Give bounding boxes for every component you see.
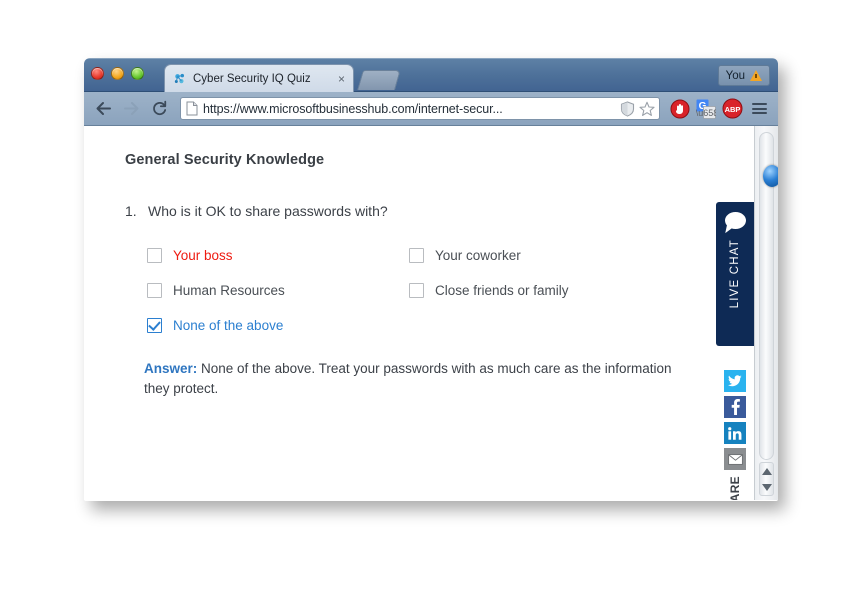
page-viewport: General Security Knowledge 1. Who is it … — [84, 126, 778, 500]
checkbox-none-of-the-above[interactable] — [147, 318, 162, 333]
page-scrollbar[interactable] — [754, 126, 778, 500]
quiz-options: Your boss Your coworker Human Resources … — [147, 248, 724, 333]
adblock-plus-icon[interactable]: ABP — [722, 98, 743, 119]
page-document-icon — [186, 101, 198, 116]
share-label: ARE — [728, 476, 742, 500]
quiz-option-your-boss[interactable]: Your boss — [147, 248, 409, 263]
forward-button[interactable] — [120, 98, 142, 120]
quiz-option-your-coworker[interactable]: Your coworker — [409, 248, 724, 263]
speech-bubble-icon — [724, 212, 746, 229]
quiz-option-label: Your boss — [173, 248, 233, 263]
svg-text:\u6587: \u6587 — [696, 108, 716, 118]
window-controls — [91, 67, 144, 80]
quiz-option-label: None of the above — [173, 318, 284, 333]
hamburger-menu-icon[interactable] — [749, 103, 770, 114]
live-chat-label: LIVE CHAT — [729, 239, 741, 309]
linkedin-icon[interactable] — [724, 422, 746, 444]
question-text: Who is it OK to share passwords with? — [148, 203, 388, 219]
scrollbar-buttons — [759, 462, 774, 496]
checkbox-human-resources[interactable] — [147, 283, 162, 298]
checkbox-your-coworker[interactable] — [409, 248, 424, 263]
reload-button[interactable] — [148, 98, 170, 120]
scrollbar-track[interactable] — [759, 132, 778, 460]
browser-window: Cyber Security IQ Quiz × You https://www… — [84, 58, 778, 501]
warning-triangle-icon — [750, 70, 762, 81]
checkbox-your-boss[interactable] — [147, 248, 162, 263]
browser-tab-active[interactable]: Cyber Security IQ Quiz × — [164, 64, 354, 92]
quiz-option-close-friends-or-family[interactable]: Close friends or family — [409, 283, 724, 298]
zoom-window-button[interactable] — [131, 67, 144, 80]
linkedin-in-icon — [728, 426, 742, 440]
molecule-icon — [174, 73, 185, 83]
browser-tab-strip: Cyber Security IQ Quiz × You — [84, 58, 778, 92]
quiz-option-label: Your coworker — [435, 248, 521, 263]
scrollbar-thumb[interactable] — [763, 165, 778, 187]
block-stop-icon[interactable] — [670, 99, 690, 119]
new-tab-button[interactable] — [357, 70, 401, 90]
quiz-option-human-resources[interactable]: Human Resources — [147, 283, 409, 298]
menu-line — [752, 103, 767, 105]
social-share-rail: ARE — [716, 370, 754, 500]
email-icon[interactable] — [724, 448, 746, 470]
profile-label: You — [725, 69, 745, 82]
twitter-icon[interactable] — [724, 370, 746, 392]
close-tab-icon[interactable]: × — [336, 73, 347, 85]
facebook-icon[interactable] — [724, 396, 746, 418]
live-chat-tab[interactable]: LIVE CHAT — [716, 202, 754, 346]
address-bar-icons — [616, 100, 655, 117]
answer-label: Answer: — [144, 361, 198, 376]
minimize-window-button[interactable] — [111, 67, 124, 80]
google-translate-icon[interactable]: G \u6587 — [696, 99, 716, 119]
answer-block: Answer: None of the above. Treat your pa… — [144, 359, 700, 399]
address-bar-url: https://www.microsoftbusinesshub.com/int… — [203, 101, 503, 116]
shield-icon[interactable] — [620, 100, 635, 117]
profile-chip[interactable]: You — [717, 65, 770, 86]
arrow-down-icon[interactable] — [761, 483, 772, 491]
page-content: General Security Knowledge 1. Who is it … — [84, 126, 754, 500]
arrow-left-icon — [96, 102, 111, 115]
quiz-option-label: Close friends or family — [435, 283, 569, 298]
svg-text:ABP: ABP — [725, 105, 741, 114]
arrow-up-icon[interactable] — [761, 467, 772, 475]
close-window-button[interactable] — [91, 67, 104, 80]
quiz-question: 1. Who is it OK to share passwords with? — [125, 203, 724, 219]
quiz-option-none-of-the-above[interactable]: None of the above — [147, 318, 409, 333]
checkbox-close-friends-or-family[interactable] — [409, 283, 424, 298]
twitter-bird-icon — [728, 375, 742, 387]
facebook-f-icon — [731, 399, 740, 415]
browser-tab-title: Cyber Security IQ Quiz — [193, 72, 311, 85]
question-number: 1. — [125, 203, 137, 219]
browser-toolbar: https://www.microsoftbusinesshub.com/int… — [84, 92, 778, 126]
back-button[interactable] — [92, 98, 114, 120]
star-icon[interactable] — [639, 101, 655, 117]
menu-line — [752, 112, 767, 114]
quiz-option-label: Human Resources — [173, 283, 285, 298]
reload-icon — [152, 100, 166, 116]
envelope-icon — [727, 453, 743, 465]
address-bar[interactable]: https://www.microsoftbusinesshub.com/int… — [180, 97, 660, 120]
arrow-right-icon — [123, 102, 138, 115]
menu-line — [752, 107, 767, 110]
answer-text: None of the above. Treat your passwords … — [144, 361, 672, 396]
page-title: General Security Knowledge — [125, 152, 325, 168]
screenshot-stage: Cyber Security IQ Quiz × You https://www… — [0, 0, 860, 590]
